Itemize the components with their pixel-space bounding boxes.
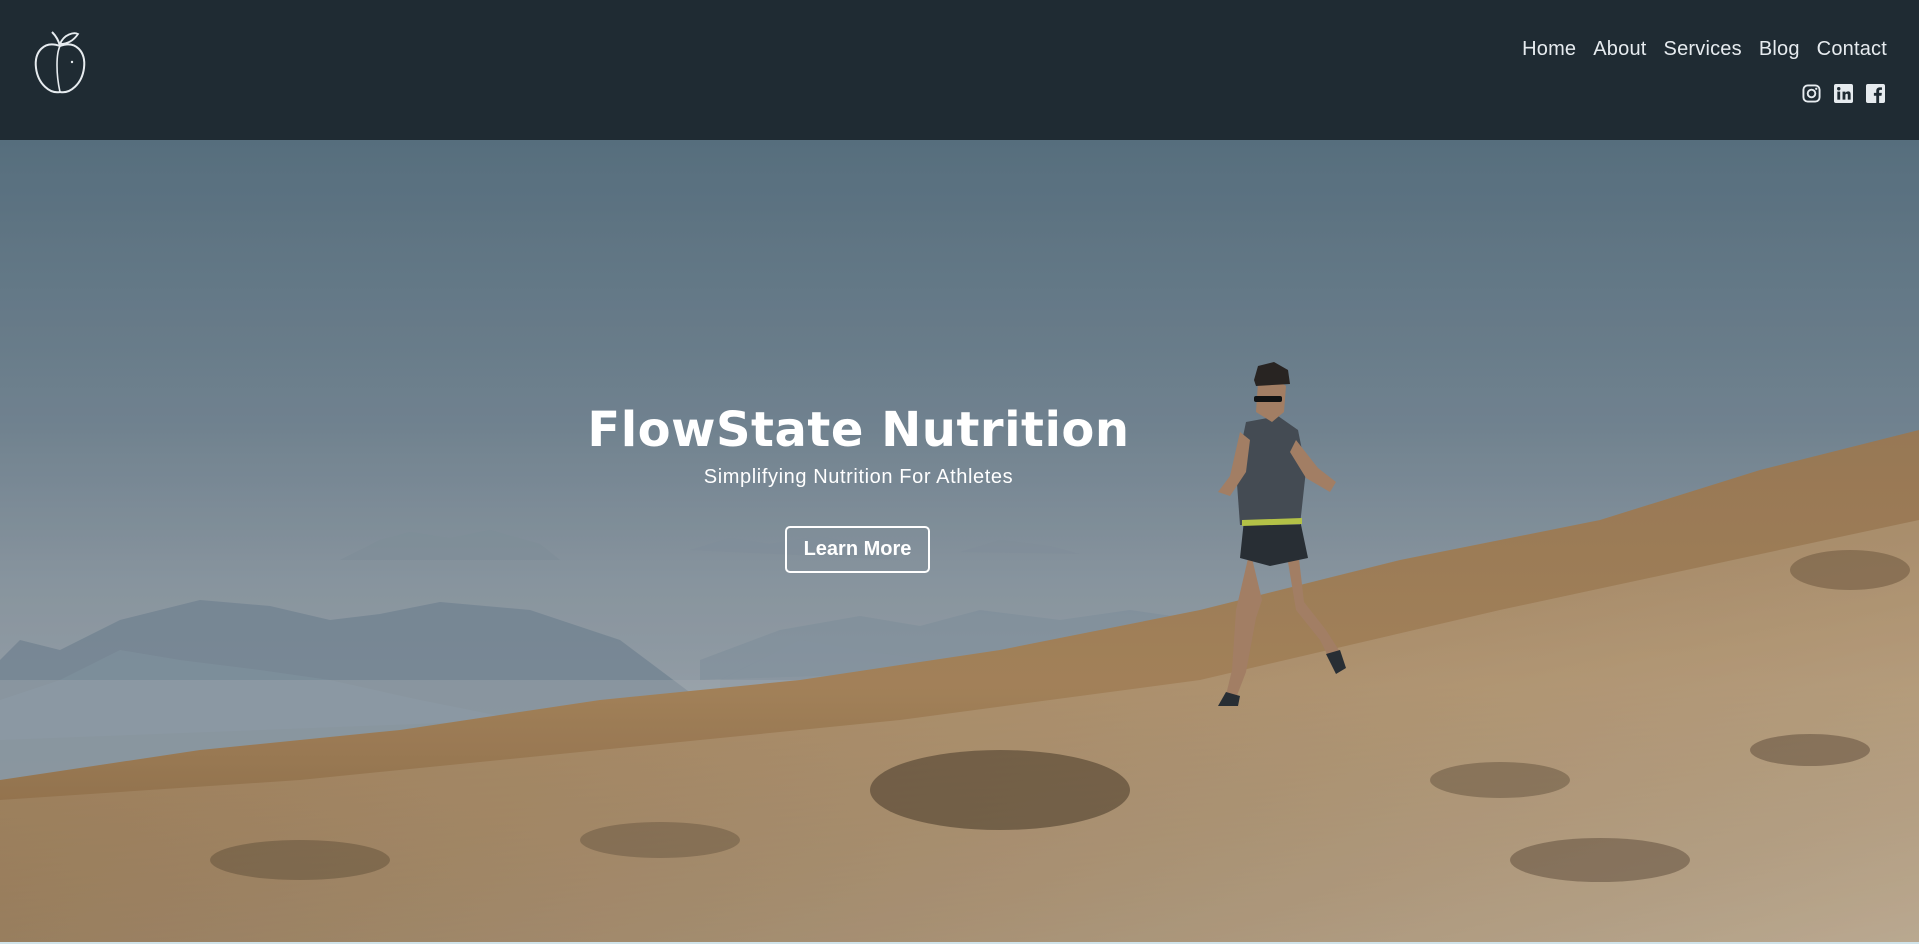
hero-section: FlowState Nutrition Simplifying Nutritio… — [0, 140, 1919, 942]
site-header: Home About Services Blog Contact — [0, 0, 1919, 140]
nav-services[interactable]: Services — [1664, 38, 1742, 61]
learn-more-button[interactable]: Learn More — [785, 526, 930, 573]
nav-home[interactable]: Home — [1522, 38, 1576, 61]
social-links — [1802, 84, 1885, 103]
nav-about[interactable]: About — [1593, 38, 1646, 61]
main-nav: Home About Services Blog Contact — [1522, 38, 1887, 61]
instagram-icon[interactable] — [1802, 84, 1821, 103]
hero-title: FlowState Nutrition — [587, 402, 1130, 458]
nav-blog[interactable]: Blog — [1759, 38, 1800, 61]
peach-icon[interactable] — [30, 28, 90, 98]
facebook-icon[interactable] — [1866, 84, 1885, 103]
nav-contact[interactable]: Contact — [1817, 38, 1887, 61]
hero-content: FlowState Nutrition Simplifying Nutritio… — [0, 140, 1717, 942]
linkedin-icon[interactable] — [1834, 84, 1853, 103]
hero-subtitle: Simplifying Nutrition For Athletes — [703, 466, 1014, 488]
